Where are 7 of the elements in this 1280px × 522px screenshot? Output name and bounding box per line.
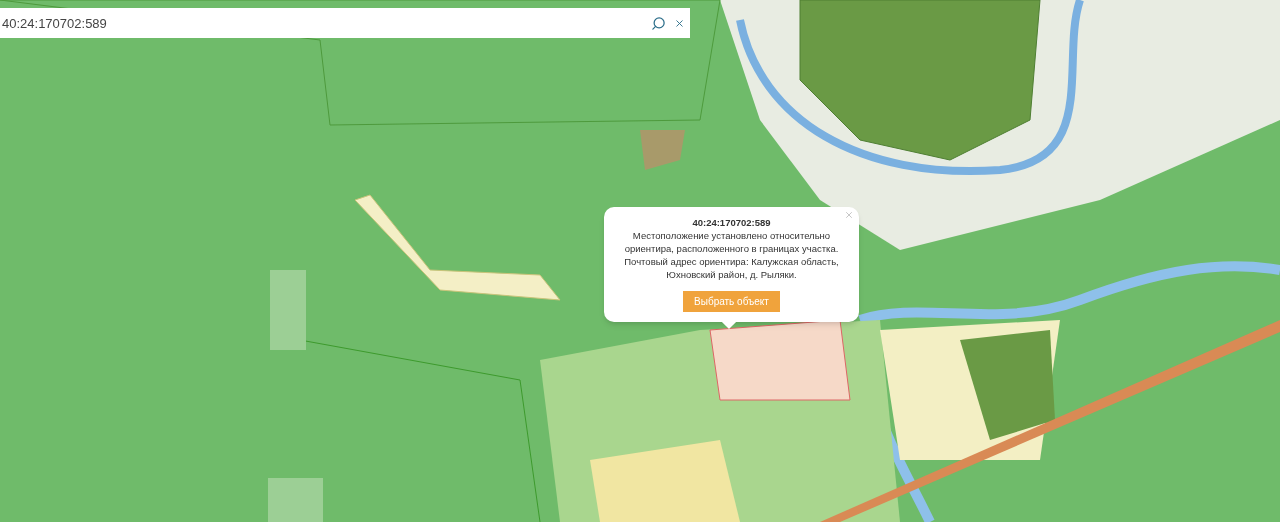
popup-close-button[interactable]	[843, 209, 855, 221]
popup-title: 40:24:170702:589	[692, 216, 771, 229]
search-icon	[650, 15, 666, 31]
close-icon	[673, 17, 685, 29]
popup-text: Местоположение установлено относительно ориентира, расположенного в границах участка. Почтовый адрес ориентира: Калужская область, Юхновский район, д. Рыляки.	[623, 229, 840, 281]
close-icon	[844, 210, 854, 220]
search-field[interactable]: 40:24:170702:589	[0, 8, 648, 38]
